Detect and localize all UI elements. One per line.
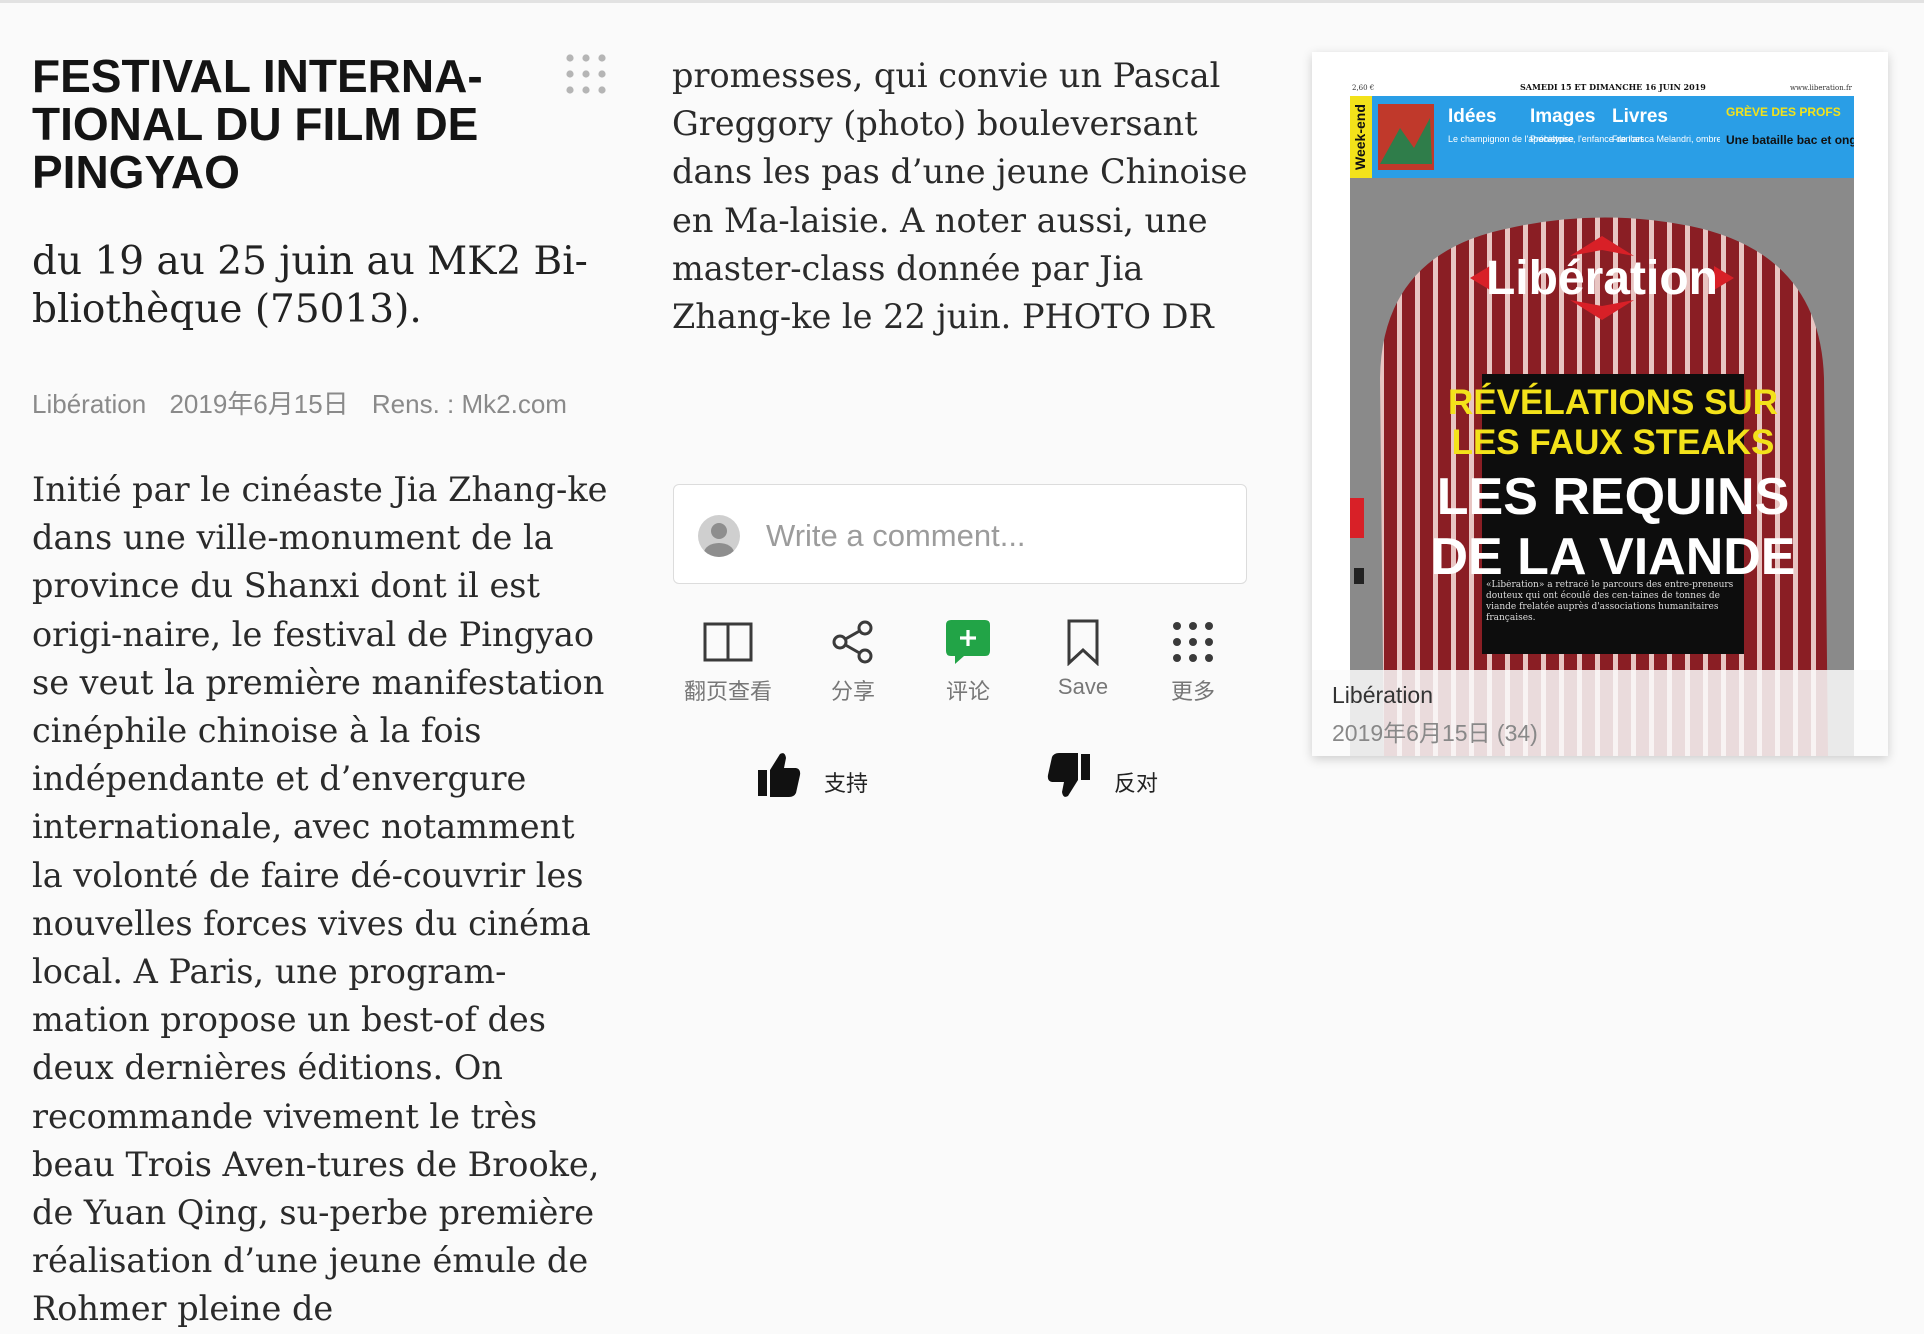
cover-website: www.liberation.fr bbox=[1790, 84, 1853, 92]
cover-headline-line: LES FAUX STEAKS bbox=[1452, 423, 1775, 462]
body-paragraph: promesses, qui convie un Pascal Greggory… bbox=[672, 56, 1248, 337]
support-button[interactable]: 支持 bbox=[756, 750, 896, 806]
article-subtitle: du 19 au 25 juin au MK2 Bi-bliothèque (7… bbox=[32, 239, 588, 332]
more-button[interactable]: 更多 bbox=[1138, 618, 1248, 708]
top-divider bbox=[0, 0, 1924, 3]
action-label: Save bbox=[1057, 674, 1109, 699]
oppose-label: 反对 bbox=[1114, 771, 1159, 796]
cover-teaser-head: Images bbox=[1530, 106, 1595, 127]
action-label: 翻页查看 bbox=[683, 679, 772, 704]
article-body-left: Initié par le cinéaste Jia Zhang-ke dans… bbox=[32, 466, 612, 1334]
cover-headline-line: RÉVÉLATIONS SUR bbox=[1448, 382, 1778, 422]
comment-box[interactable] bbox=[673, 484, 1247, 584]
newspaper-date: 2019年6月15日 (34) bbox=[1332, 720, 1538, 746]
cover-deck: «Libération» a retracé le parcours des e… bbox=[1486, 580, 1734, 623]
article-middle-column: promesses, qui convie un Pascal Greggory… bbox=[672, 52, 1272, 341]
page-view-button[interactable]: 翻页查看 bbox=[673, 618, 783, 708]
cover-price: 2,60 € bbox=[1352, 84, 1374, 92]
vote-bar: 支持 反对 bbox=[750, 750, 1170, 810]
newspaper-card[interactable]: 2,60 € SAMEDI 15 ET DIMANCHE 16 JUIN 201… bbox=[1312, 52, 1888, 756]
body-paragraph: Initié par le cinéaste Jia Zhang-ke dans… bbox=[32, 470, 608, 1329]
cover-masthead-title: Libération bbox=[1486, 252, 1718, 305]
article-meta: Libération 2019年6月15日 Rens. : Mk2.com bbox=[32, 384, 612, 421]
thumbs-down-icon bbox=[1047, 753, 1090, 797]
meta-date: 2019年6月15日 bbox=[169, 389, 349, 419]
newspaper-caption: Libération 2019年6月15日 (34) bbox=[1312, 670, 1888, 756]
action-label: 评论 bbox=[945, 679, 990, 704]
meta-source[interactable]: Libération bbox=[32, 389, 146, 419]
support-label: 支持 bbox=[824, 771, 869, 796]
share-button[interactable]: 分享 bbox=[798, 618, 908, 708]
article-left-column: FESTIVAL INTERNA-TIONAL DU FILM DE PINGY… bbox=[32, 52, 612, 1334]
bookmark-icon bbox=[1067, 619, 1099, 666]
cover-strike-text: Une bataille bac et ongles bbox=[1726, 133, 1854, 147]
newspaper-cover[interactable]: 2,60 € SAMEDI 15 ET DIMANCHE 16 JUIN 201… bbox=[1350, 78, 1854, 756]
book-icon bbox=[703, 622, 753, 662]
cover-headline-line: DE LA VIANDE bbox=[1431, 528, 1796, 586]
save-button[interactable]: Save bbox=[1028, 618, 1138, 708]
cover-weekend-label: Week-end bbox=[1352, 104, 1368, 170]
comment-button[interactable]: 评论 bbox=[913, 618, 1023, 708]
cover-teaser-head: Livres bbox=[1612, 106, 1668, 127]
newspaper-source: Libération bbox=[1332, 682, 1434, 708]
article-body-middle: promesses, qui convie un Pascal Greggory… bbox=[672, 52, 1272, 341]
cover-teaser-head: Idées bbox=[1448, 106, 1497, 127]
meta-rens: Rens. : Mk2.com bbox=[371, 389, 567, 419]
action-label: 分享 bbox=[830, 679, 875, 704]
article-title: FESTIVAL INTERNA-TIONAL DU FILM DE PINGY… bbox=[32, 50, 483, 198]
share-icon bbox=[832, 620, 873, 664]
action-bar: 翻页查看 分享 评论 Save 更多 bbox=[673, 618, 1247, 708]
more-icon bbox=[1173, 622, 1213, 662]
cover-strike-head: GRÈVE DES PROFS bbox=[1726, 104, 1841, 119]
comment-icon bbox=[946, 620, 990, 664]
avatar bbox=[698, 515, 740, 557]
action-label: 更多 bbox=[1170, 679, 1215, 704]
comment-input[interactable] bbox=[764, 509, 1228, 563]
oppose-button[interactable]: 反对 bbox=[1046, 750, 1186, 806]
thumbs-up-icon bbox=[758, 753, 801, 797]
cover-headline-line: LES REQUINS bbox=[1437, 468, 1790, 526]
cover-dateline: SAMEDI 15 ET DIMANCHE 16 JUIN 2019 bbox=[1520, 82, 1706, 92]
drag-handle-icon[interactable] bbox=[564, 52, 608, 96]
